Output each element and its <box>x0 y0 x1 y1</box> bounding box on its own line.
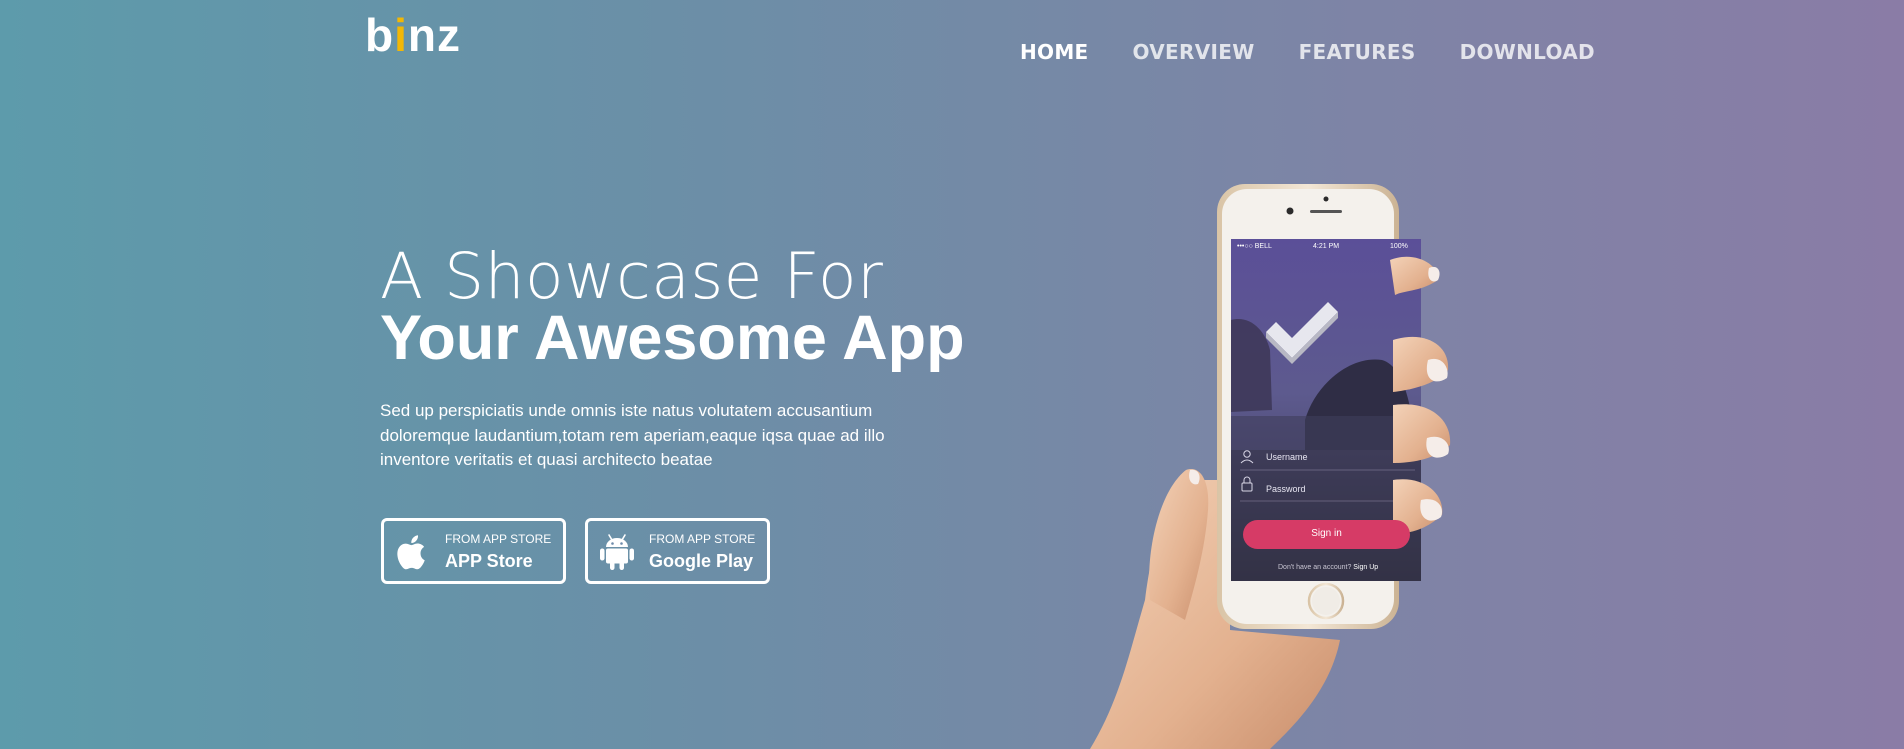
app-store-caption: FROM APP STORE <box>445 532 552 546</box>
nav-overview[interactable]: OVERVIEW <box>1133 40 1255 64</box>
phone-password-placeholder: Password <box>1266 484 1306 494</box>
phone-username-placeholder: Username <box>1266 452 1308 462</box>
nav-features[interactable]: FEATURES <box>1299 40 1416 64</box>
main-nav: HOME OVERVIEW FEATURES DOWNLOAD <box>1020 40 1595 64</box>
nav-download[interactable]: DOWNLOAD <box>1460 40 1595 64</box>
hero-section: binz HOME OVERVIEW FEATURES DOWNLOAD A S… <box>0 0 1904 749</box>
hero-description: Sed up perspiciatis unde omnis iste natu… <box>380 401 885 469</box>
google-play-button[interactable]: FROM APP STORE Google Play <box>585 518 770 584</box>
phone-footer-question: Don't have an account? <box>1278 564 1352 571</box>
phone-status-time: 4:21 PM <box>1313 243 1340 250</box>
app-store-title: APP Store <box>445 551 533 571</box>
apple-icon <box>397 535 425 570</box>
phone-signin-label: Sign in <box>1311 528 1342 539</box>
app-store-button[interactable]: FROM APP STORE APP Store <box>381 518 566 584</box>
phone-footer-signup: Sign Up <box>1353 564 1379 571</box>
logo[interactable]: binz <box>365 8 461 62</box>
phone-signin-button: Sign in <box>1243 520 1410 549</box>
google-play-title: Google Play <box>649 551 754 571</box>
logo-text-prefix: b <box>365 9 395 61</box>
phone-footer-text: Don't have an account? Sign Up <box>1278 564 1378 571</box>
phone-status-carrier: •••○○ BELL <box>1237 243 1272 250</box>
nav-home[interactable]: HOME <box>1020 40 1089 64</box>
hero-heading-bold: Your Awesome App <box>380 303 965 373</box>
hand-holding-phone-illustration <box>1090 184 1451 749</box>
google-play-caption: FROM APP STORE <box>649 532 756 546</box>
logo-text-accent: i <box>394 9 408 61</box>
phone-status-battery: 100% <box>1390 243 1408 250</box>
logo-text-suffix: nz <box>407 9 461 61</box>
android-icon <box>600 534 634 570</box>
